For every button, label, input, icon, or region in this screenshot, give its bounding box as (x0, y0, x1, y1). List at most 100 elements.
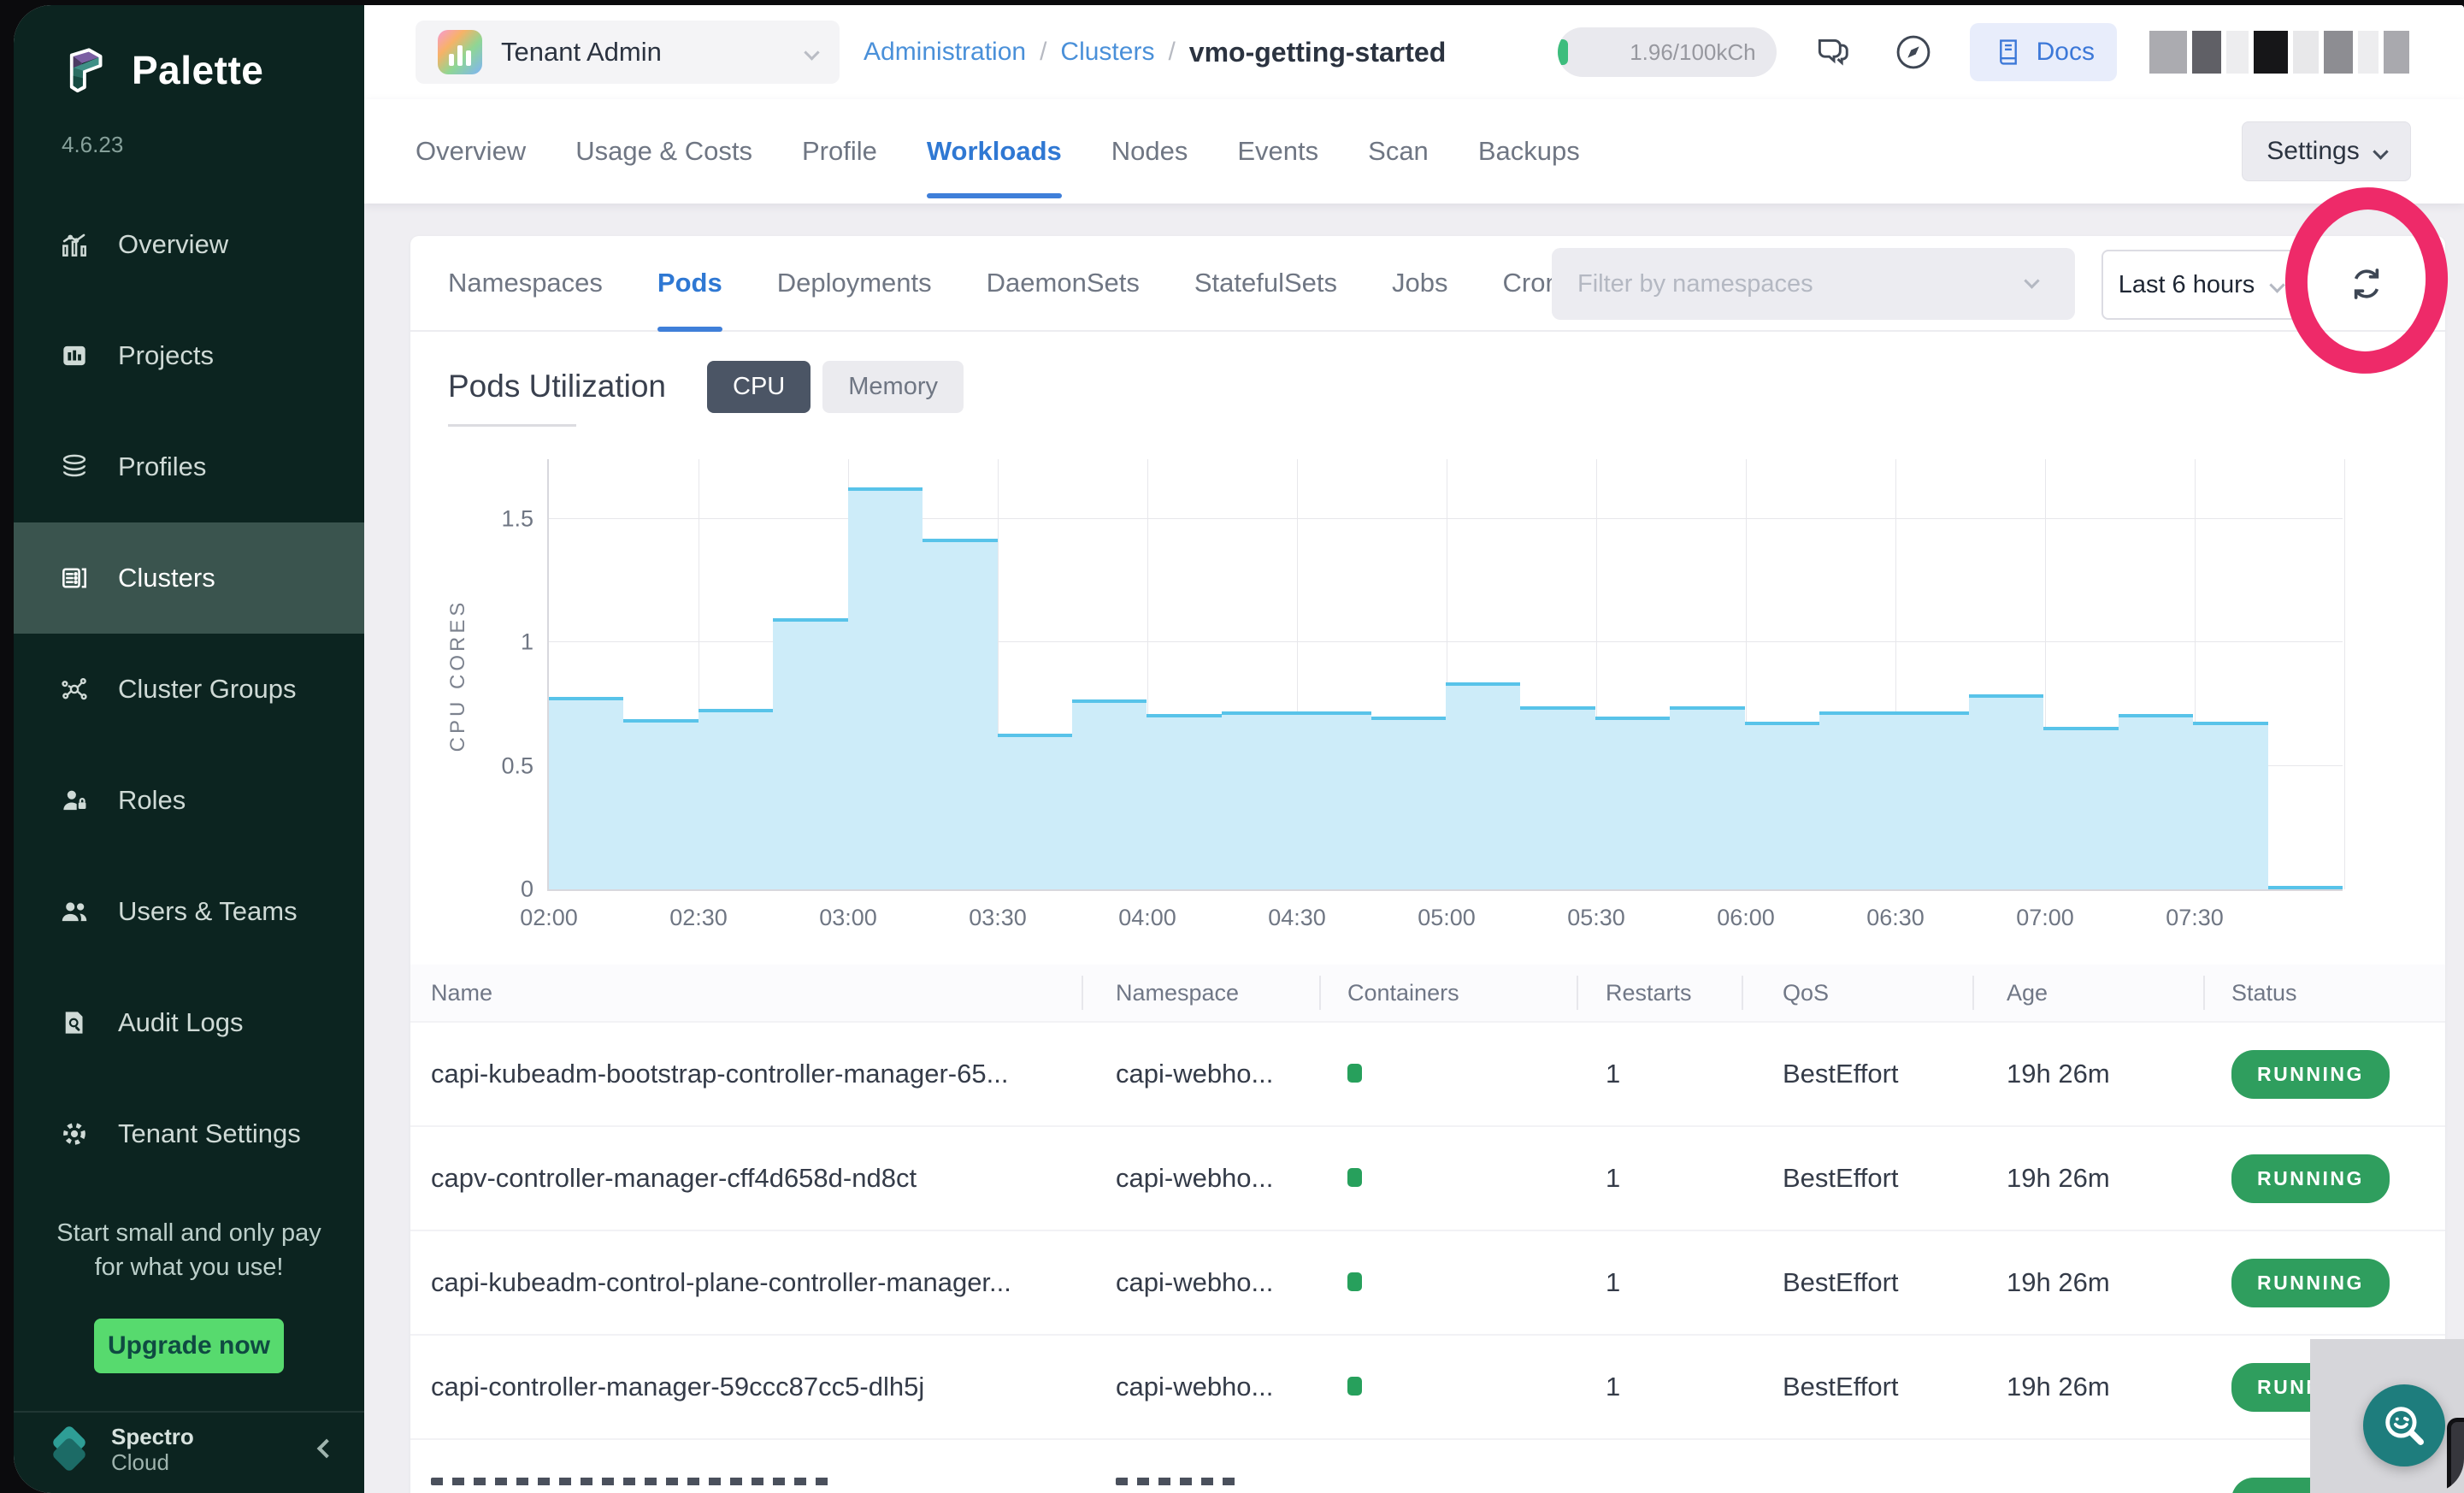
feedback-chat-icon[interactable] (1809, 28, 1857, 76)
usage-progress-indicator (1558, 39, 1568, 65)
brand: Palette (14, 5, 364, 97)
tab-workloads[interactable]: Workloads (927, 99, 1062, 204)
chart-bar (1296, 711, 1371, 889)
chart-bar (1670, 706, 1744, 889)
breadcrumb-link[interactable]: Clusters (1060, 38, 1154, 67)
workload-subtabs: Namespaces Pods Deployments DaemonSets State… (410, 236, 2445, 332)
sidebar-item-label: Tenant Settings (118, 1118, 301, 1149)
cluster-tabs: Overview Usage & Costs Profile Workloads Nod… (364, 99, 2464, 204)
explore-compass-icon[interactable] (1889, 28, 1937, 76)
subtab-daemonsets[interactable]: DaemonSets (987, 236, 1140, 330)
scope-selector-label: Tenant Admin (501, 37, 662, 68)
tenant-settings-icon (58, 1118, 91, 1150)
namespace-filter-input[interactable] (1552, 248, 2075, 320)
chart-bar (1895, 711, 1969, 889)
workloads-card: Namespaces Pods Deployments DaemonSets State… (410, 236, 2445, 1493)
overview-icon (58, 228, 91, 261)
sidebar-item-cluster-groups[interactable]: Cluster Groups (14, 634, 364, 745)
tab-events[interactable]: Events (1237, 99, 1318, 204)
breadcrumb-separator: / (1040, 38, 1046, 67)
column-header-qos: QoS (1743, 976, 1974, 1010)
table-row[interactable]: capi-kubeadm-bootstrap-controller-manage… (410, 1021, 2445, 1125)
column-header-containers: Containers (1321, 976, 1578, 1010)
section-title: Pods Utilization (448, 369, 666, 404)
sidebar-item-profiles[interactable]: Profiles (14, 411, 364, 522)
y-tick-label: 0.5 (501, 752, 533, 779)
table-row[interactable]: capv-controller-manager-cff4d658d-nd8ctc… (410, 1125, 2445, 1230)
pod-status: RUNNING (2205, 1050, 2445, 1099)
docs-button[interactable]: Docs (1970, 23, 2117, 81)
time-range-selector[interactable]: Last 6 hours (2101, 250, 2300, 320)
y-tick-label: 0 (521, 876, 533, 903)
chart-bar (549, 697, 623, 889)
table-row[interactable]: capi-controller-manager-59ccc87cc5-dlh5j… (410, 1334, 2445, 1438)
tab-backups[interactable]: Backups (1478, 99, 1580, 204)
settings-button[interactable]: Settings (2242, 121, 2411, 181)
content: Namespaces Pods Deployments DaemonSets State… (364, 204, 2464, 1493)
x-tick-label: 06:00 (1717, 905, 1775, 931)
chart-bar (1072, 699, 1147, 889)
sidebar-item-projects[interactable]: Projects (14, 300, 364, 411)
tab-usage-costs[interactable]: Usage & Costs (575, 99, 752, 204)
upgrade-now-button[interactable]: Upgrade now (94, 1319, 284, 1373)
tenant-icon (438, 30, 482, 74)
table-row-partial[interactable]: RUNNING (410, 1438, 2445, 1493)
main-area: Tenant Admin Administration/Clusters/vmo… (364, 5, 2464, 1493)
x-tick-label: 06:30 (1866, 905, 1925, 931)
refresh-button[interactable] (2344, 262, 2389, 306)
pods-utilization-section: Pods Utilization CPUMemory CPU CORES 00.… (410, 332, 2445, 891)
app-version: 4.6.23 (14, 97, 364, 158)
docs-label: Docs (2037, 38, 2095, 67)
subtab-pods[interactable]: Pods (657, 236, 722, 330)
x-tick-label: 03:30 (969, 905, 1027, 931)
table-body: capi-kubeadm-bootstrap-controller-manage… (410, 1021, 2445, 1493)
sidebar-item-label: Profiles (118, 451, 206, 482)
tab-overview[interactable]: Overview (416, 99, 526, 204)
scope-selector[interactable]: Tenant Admin (416, 21, 840, 84)
sidebar-item-audit-logs[interactable]: Audit Logs (14, 967, 364, 1078)
pod-name: capi-controller-manager-59ccc87cc5-dlh5j (410, 1372, 1083, 1402)
sidebar-item-users-teams[interactable]: Users & Teams (14, 856, 364, 967)
chart-bar (1520, 706, 1595, 889)
y-tick-label: 1.5 (501, 506, 533, 533)
subtab-deployments[interactable]: Deployments (777, 236, 932, 330)
subtab-namespaces[interactable]: Namespaces (448, 236, 603, 330)
toggle-memory[interactable]: Memory (822, 361, 964, 413)
pod-containers (1321, 1163, 1578, 1194)
users-teams-icon (58, 895, 91, 928)
topbar-right: 1.96/100kCh (1558, 23, 2409, 81)
sidebar-item-overview[interactable]: Overview (14, 189, 364, 300)
projects-icon (58, 339, 91, 372)
column-header-age: Age (1974, 976, 2205, 1010)
sidebar-nav: OverviewProjects Profiles ClustersCluster … (14, 189, 364, 1189)
x-tick-label: 02:30 (669, 905, 728, 931)
column-header-namespace: Namespace (1083, 976, 1321, 1010)
chart-bar (2119, 714, 2193, 889)
chart-bar (1446, 682, 1520, 889)
sidebar-item-clusters[interactable]: Clusters (14, 522, 364, 634)
pod-age: 19h 26m (1974, 1059, 2205, 1089)
brand-name: Palette (132, 47, 263, 93)
tab-profile[interactable]: Profile (802, 99, 877, 204)
sidebar-item-tenant-settings[interactable]: Tenant Settings (14, 1078, 364, 1189)
pod-namespace: capi-webho... (1083, 1267, 1321, 1298)
table-header: NameNamespaceContainersRestartsQoSAgeSta… (410, 965, 2445, 1021)
sidebar-collapse-button[interactable] (320, 1442, 333, 1460)
toggle-cpu[interactable]: CPU (707, 361, 811, 413)
clipped-text-fragment (1083, 1478, 1321, 1485)
chart-bar (1222, 711, 1296, 889)
tab-nodes[interactable]: Nodes (1111, 99, 1188, 204)
spectro-cloud-wordmark: Spectro Cloud (111, 1425, 194, 1476)
sidebar-item-roles[interactable]: Roles (14, 745, 364, 856)
table-row[interactable]: capi-kubeadm-control-plane-controller-ma… (410, 1230, 2445, 1334)
help-chat-launcher[interactable] (2363, 1384, 2445, 1466)
chevron-down-icon (804, 44, 819, 60)
subtab-jobs[interactable]: Jobs (1392, 236, 1447, 330)
breadcrumb-link[interactable]: Administration (864, 38, 1026, 67)
app-window: Palette 4.6.23 OverviewProjectsProfilesC… (14, 5, 2464, 1493)
column-header-restarts: Restarts (1578, 976, 1743, 1010)
subtab-statefulsets[interactable]: StatefulSets (1194, 236, 1337, 330)
pod-qos: BestEffort (1743, 1059, 1974, 1089)
tab-scan[interactable]: Scan (1368, 99, 1429, 204)
y-tick-label: 1 (521, 629, 533, 656)
